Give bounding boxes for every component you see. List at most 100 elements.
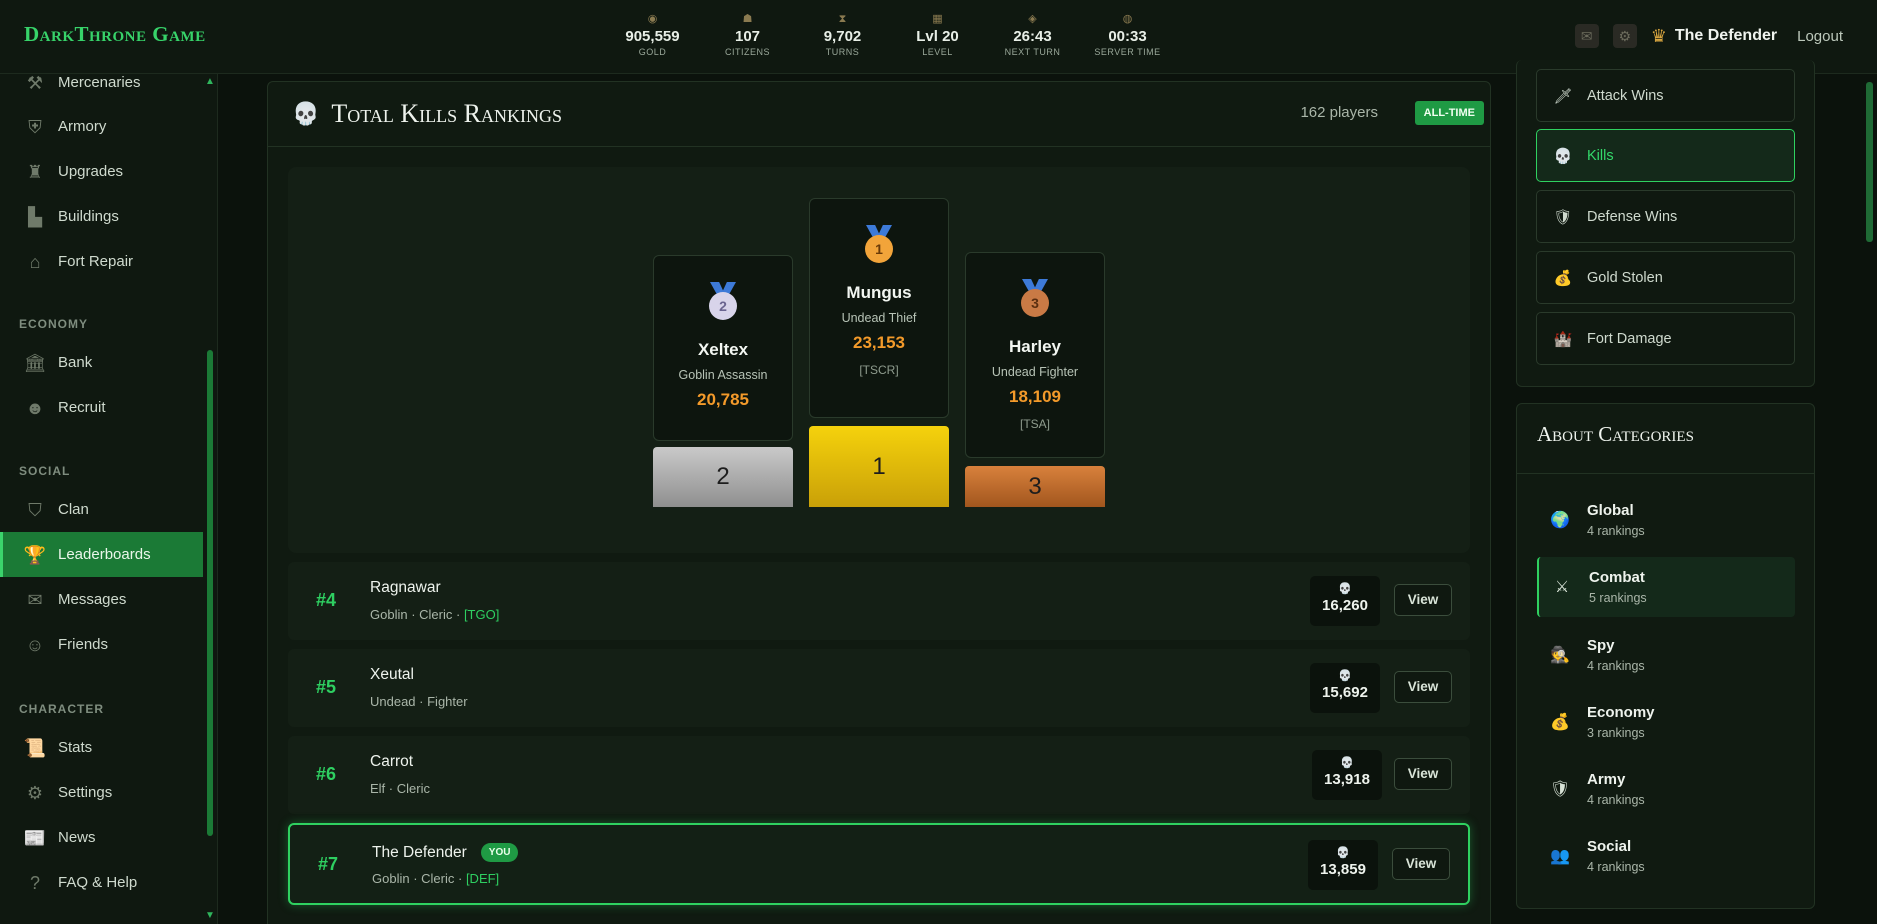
user-menu[interactable]: ♛ The Defender [1651,26,1777,47]
mail-icon[interactable]: ✉ [1574,24,1599,48]
view-button[interactable]: View [1394,671,1452,703]
gear-icon[interactable]: ⚙ [1612,24,1637,48]
about-item-army[interactable]: 🛡 Army 4 rankings [1537,759,1795,819]
sidebar: ⚒ Mercenaries ⛨ Armory ♜ Upgrades ▙ Building… [0,73,218,924]
crossed-swords-icon: ⚔ [1554,579,1570,596]
category-fort-damage[interactable]: 🏰 Fort Damage [1536,312,1795,365]
stat-citizens: ☗ 107 CITIZENS [700,10,795,58]
period-badge[interactable]: ALL-TIME [1414,101,1484,125]
skull-icon: 💀 [1553,147,1573,165]
gold-icon: ◉ [647,13,658,25]
table-row[interactable]: #5 Xeutal Undead · Fighter 💀 15,692 View [288,649,1470,727]
sidebar-item-messages[interactable]: ✉ Messages [0,577,203,622]
about-title: About Categories [1517,404,1814,474]
category-attack-wins[interactable]: 🗡 Attack Wins [1536,69,1795,122]
podium-name: Mungus [846,283,912,302]
sidebar-item-bank[interactable]: 🏛 Bank [0,340,203,385]
level-icon: ▦ [932,13,943,25]
podium-step-second: 2 [653,447,793,507]
podium-card-first[interactable]: 1 Mungus Undead Thief 23,153 [TSCR] [809,198,949,418]
fort-repair-icon: ⌂ [29,251,41,272]
news-icon: 📰 [23,827,47,848]
podium-card-third[interactable]: 3 Harley Undead Fighter 18,109 [TSA] [965,252,1105,458]
page-scrollbar[interactable] [1866,82,1873,242]
sidebar-item-upgrades[interactable]: ♜ Upgrades [0,149,203,194]
row-kills: 💀 13,859 [1308,840,1378,890]
row-kills: 💀 13,918 [1312,750,1382,800]
crown-icon: ♛ [1650,25,1667,46]
bank-icon: 🏛 [23,352,47,373]
podium-step-first: 1 [809,426,949,507]
sidebar-item-leaderboards[interactable]: 🏆 Leaderboards [0,532,203,577]
bronze-medal-icon: 3 [1018,279,1052,323]
mercenaries-icon: ⚒ [26,72,44,93]
row-kills: 💀 16,260 [1310,576,1380,626]
stats-icon: 📜 [23,737,47,758]
about-item-spy[interactable]: 🕵 Spy 4 rankings [1537,625,1795,685]
row-meta: Goblin · Cleric · [DEF] [372,871,500,886]
sidebar-item-fort-repair[interactable]: ⌂ Fort Repair [0,239,203,284]
sidebar-item-stats[interactable]: 📜 Stats [0,725,203,770]
next-turn-icon: ◈ [1028,13,1037,25]
clan-tag: [DEF] [465,871,500,886]
row-kills: 💀 15,692 [1310,663,1380,713]
skull-icon: 💀 [1336,847,1350,859]
sidebar-item-news[interactable]: 📰 News [0,815,203,860]
category-gold-stolen[interactable]: 💰 Gold Stolen [1536,251,1795,304]
sidebar-item-buildings[interactable]: ▙ Buildings [0,194,203,239]
sidebar-item-settings[interactable]: ⚙ Settings [0,770,203,815]
view-button[interactable]: View [1394,758,1452,790]
people-icon: 👥 [1550,848,1570,865]
row-player-name[interactable]: Carrot [370,753,413,771]
podium-race-class: Undead Fighter [991,365,1079,379]
podium-step-third: 3 [965,466,1105,507]
view-button[interactable]: View [1392,848,1450,880]
scroll-up-arrow[interactable]: ▲ [205,76,215,87]
about-item-economy[interactable]: 💰 Economy 3 rankings [1537,692,1795,752]
about-item-social[interactable]: 👥 Social 4 rankings [1537,826,1795,886]
category-defense-wins[interactable]: 🛡 Defense Wins [1536,190,1795,243]
sidebar-item-armory[interactable]: ⛨ Armory [0,104,203,149]
sidebar-item-recruit[interactable]: ☻ Recruit [0,385,203,430]
server-time-icon: ◍ [1122,13,1133,25]
podium-kills: 18,109 [1009,387,1061,406]
table-row[interactable]: #6 Carrot Elf · Cleric 💀 13,918 View [288,736,1470,814]
podium-race-class: Goblin Assassin [678,368,768,382]
table-row-current-user[interactable]: #7 The Defender YOU Goblin · Cleric · [DE… [288,823,1470,905]
about-item-global[interactable]: 🌍 Global 4 rankings [1537,490,1795,550]
silver-medal-icon: 2 [706,282,740,326]
row-player-name[interactable]: The Defender YOU [372,843,519,862]
globe-icon: 🌍 [1550,512,1570,529]
user-name: The Defender [1674,27,1778,44]
sword-icon: 🗡 [1553,87,1573,105]
recruit-icon: ☻ [25,397,45,418]
sidebar-scrollbar[interactable] [207,350,213,836]
logout-link[interactable]: Logout [1797,28,1843,45]
upgrades-icon: ♜ [26,161,44,182]
podium-race-class: Undead Thief [841,311,917,325]
view-button[interactable]: View [1394,584,1452,616]
sidebar-item-faq-help[interactable]: ? FAQ & Help [0,860,203,905]
brand-logo[interactable]: DarkThrone Game [24,22,206,47]
sidebar-item-mercenaries[interactable]: ⚒ Mercenaries [0,60,203,105]
about-item-combat[interactable]: ⚔ Combat 5 rankings [1537,557,1795,617]
row-meta: Undead · Fighter [370,694,468,709]
friends-icon: ☺ [25,634,45,655]
spy-icon: 🕵 [1550,647,1570,664]
category-kills[interactable]: 💀 Kills [1536,129,1795,182]
row-rank: #7 [318,854,339,874]
skull-icon: 💀 [292,101,320,126]
table-row[interactable]: #4 Ragnawar Goblin · Cleric · [TGO] 💀 16,… [288,562,1470,640]
sidebar-heading-social: SOCIAL [19,464,71,478]
shield-icon: 🛡 [1553,208,1573,226]
about-categories-panel: About Categories 🌍 Global 4 rankings ⚔ Comb… [1516,403,1815,909]
sidebar-item-friends[interactable]: ☺ Friends [0,622,203,667]
sidebar-heading-economy: ECONOMY [19,317,89,331]
trophy-icon: 🏆 [23,544,47,565]
row-player-name[interactable]: Xeutal [370,666,414,684]
stat-turns: ⧗ 9,702 TURNS [795,10,890,58]
row-player-name[interactable]: Ragnawar [370,579,441,597]
scroll-down-arrow[interactable]: ▼ [205,910,215,921]
sidebar-item-clan[interactable]: ⛉ Clan [0,487,203,532]
podium-card-second[interactable]: 2 Xeltex Goblin Assassin 20,785 [653,255,793,441]
